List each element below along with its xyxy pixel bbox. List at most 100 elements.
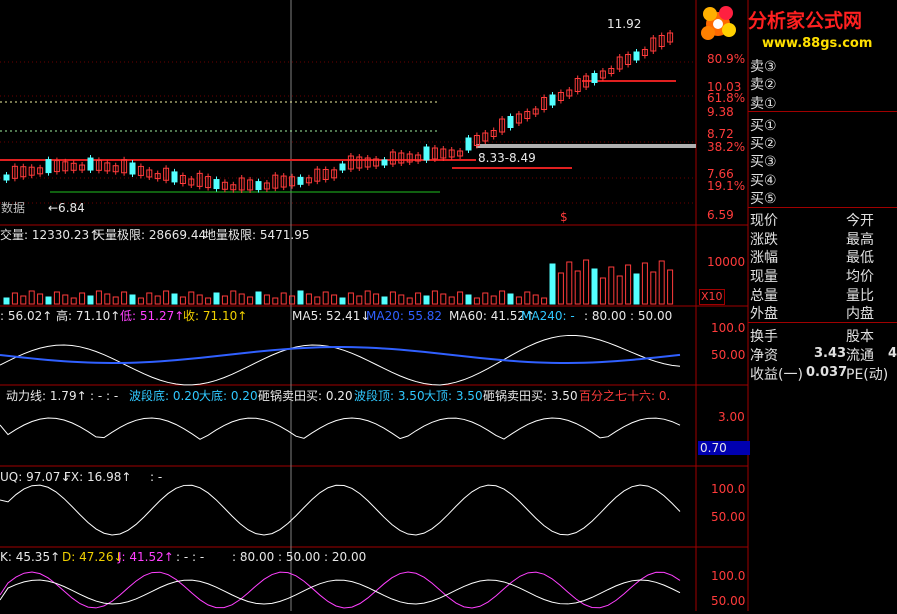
bid-5[interactable]: 买⑤ xyxy=(750,188,777,208)
bid-ask-divider xyxy=(748,111,897,112)
volume-bar xyxy=(247,296,254,305)
volume-bar xyxy=(515,296,522,305)
ma-line-white xyxy=(0,334,681,386)
volume-bar xyxy=(650,271,657,305)
volume-bar xyxy=(347,292,354,305)
volume-bar xyxy=(541,297,548,305)
ground-volume: 地量极限: 5471.95 xyxy=(204,228,310,242)
candle-body xyxy=(465,137,472,151)
candle-body xyxy=(297,176,304,185)
candle-body xyxy=(255,181,262,191)
wave-tick-070: 0.70 xyxy=(698,441,750,455)
dollar-marker: $ xyxy=(560,210,568,224)
volume-bar xyxy=(431,290,438,305)
volume-bar xyxy=(11,292,18,305)
change-pct-label: 涨幅 xyxy=(750,250,778,266)
volume-bar xyxy=(3,297,10,305)
volume-bar xyxy=(331,294,338,305)
pct-809: 80.9% xyxy=(707,52,746,66)
ask-3[interactable]: 卖③ xyxy=(750,56,777,76)
wave-tick-3: 3.00 xyxy=(718,410,745,424)
big-bottom: 大底: 0.20 xyxy=(199,389,258,403)
sell-buy-1: 砸锅卖田买: 0.20 xyxy=(258,389,353,403)
volume-bar xyxy=(137,297,144,305)
quote-side-panel: 卖③ 卖② 卖① 买① 买② 买③ 买④ 买⑤ 现价 今开 涨跌 最高 涨幅 最… xyxy=(748,0,897,611)
volume-bar xyxy=(658,260,665,305)
kdj-tick-50: 50.00 xyxy=(711,594,746,608)
volume-bar xyxy=(272,297,279,305)
volume-bar xyxy=(398,294,405,305)
inner-label: 内盘 xyxy=(846,306,874,322)
volume-bar xyxy=(457,291,464,305)
volume-bar xyxy=(104,293,111,305)
volume-bar xyxy=(406,297,413,305)
range-label: 8.33-8.49 xyxy=(478,151,536,165)
candle-body xyxy=(213,179,220,190)
volume-bar xyxy=(524,291,531,305)
current-volume-label: 现量 xyxy=(750,269,778,285)
volume-bar xyxy=(20,295,27,305)
volume-bar xyxy=(45,296,52,305)
volume-bar xyxy=(373,293,380,305)
total-volume-label: 总量 xyxy=(750,288,778,304)
candle-body xyxy=(3,174,10,181)
volume-bar xyxy=(314,296,321,305)
kdj-scale: : 80.00 : 50.00 : 20.00 xyxy=(232,550,367,564)
volume-bar xyxy=(482,292,489,305)
ma-tick-100: 100.0 xyxy=(711,321,746,335)
pe-label: PE(动) xyxy=(846,367,889,383)
candle-body xyxy=(549,94,556,106)
candle-body xyxy=(633,51,640,61)
avg-price-label: 均价 xyxy=(846,269,874,285)
uq-tick-100: 100.0 xyxy=(711,482,746,496)
vol-x10-badge[interactable]: X10 xyxy=(699,289,725,305)
ma-close: 收: 71.10↑ xyxy=(183,309,248,323)
kdj-d: D: 47.26↓ xyxy=(62,550,124,564)
bid-2[interactable]: 买② xyxy=(750,133,777,153)
candle-body xyxy=(339,163,346,171)
candle-body xyxy=(45,159,52,174)
ask-1[interactable]: 卖① xyxy=(750,93,777,113)
volume-bar xyxy=(188,291,195,305)
volume-bar xyxy=(305,293,312,305)
bid-3[interactable]: 买③ xyxy=(750,151,777,171)
volume-bar xyxy=(583,259,590,305)
eps-value: 0.037 xyxy=(806,365,848,380)
bid-4[interactable]: 买④ xyxy=(750,170,777,190)
volume-bar xyxy=(633,273,640,305)
candle-body xyxy=(129,162,136,175)
uq-tick-50: 50.00 xyxy=(711,510,746,524)
candle-body xyxy=(171,171,178,183)
volume-bar xyxy=(608,266,615,305)
volume-bar xyxy=(356,295,363,305)
price-872: 8.72 xyxy=(707,127,734,141)
volume-bar xyxy=(557,272,564,305)
volume-bar xyxy=(95,290,102,305)
candle-body xyxy=(591,73,598,83)
fx-value: FX: 16.98↑ xyxy=(64,470,132,484)
volume-bar xyxy=(263,294,270,305)
volume-bar xyxy=(146,292,153,305)
sky-volume: 天量极限: 28669.44 xyxy=(93,228,207,242)
candle-body xyxy=(423,146,430,161)
float-value: 4 xyxy=(888,346,897,361)
kdj-k: K: 45.35↑ xyxy=(0,550,61,564)
volume-bar xyxy=(297,290,304,305)
candle-body xyxy=(507,116,514,128)
volume-bar xyxy=(415,292,422,305)
volume-bar xyxy=(490,295,497,305)
pct-191: 19.1% xyxy=(707,179,746,193)
volume-bar xyxy=(154,295,161,305)
volume-bar xyxy=(87,295,94,305)
volume-bar xyxy=(507,293,514,305)
ask-2[interactable]: 卖② xyxy=(750,74,777,94)
quote-divider-1 xyxy=(748,207,897,208)
kdj-tick-100: 100.0 xyxy=(711,569,746,583)
pct-618: 61.8% xyxy=(707,91,746,105)
bid-1[interactable]: 买① xyxy=(750,115,777,135)
volume-bar xyxy=(238,293,245,305)
open-label: 今开 xyxy=(846,213,874,229)
volume-bar xyxy=(625,264,632,305)
share-capital-label: 股本 xyxy=(846,329,874,345)
volume-bar xyxy=(121,291,128,305)
